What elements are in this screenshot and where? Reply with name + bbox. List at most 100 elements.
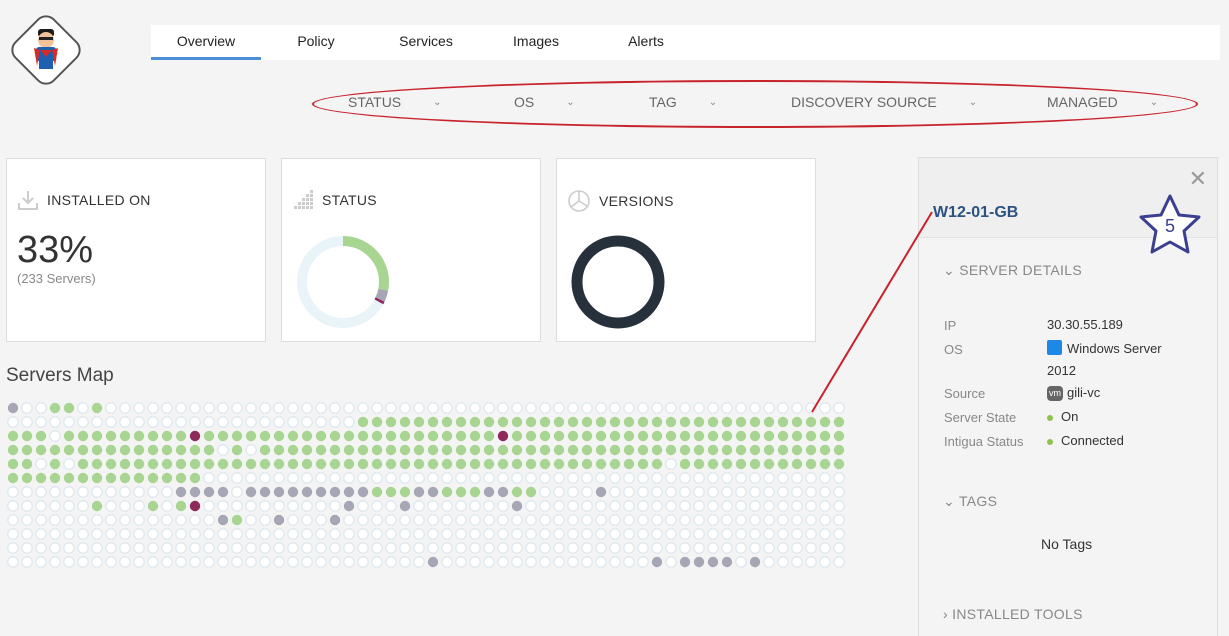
- server-node-ok[interactable]: [469, 486, 481, 498]
- server-node-empty[interactable]: [637, 514, 649, 526]
- server-node-empty[interactable]: [539, 500, 551, 512]
- server-node-ok[interactable]: [77, 458, 89, 470]
- server-node-ok[interactable]: [497, 416, 509, 428]
- server-node-ok[interactable]: [385, 444, 397, 456]
- server-node-empty[interactable]: [105, 528, 117, 540]
- server-node-empty[interactable]: [525, 556, 537, 568]
- server-node-ok[interactable]: [301, 458, 313, 470]
- close-icon[interactable]: ✕: [1189, 166, 1207, 192]
- server-node-ok[interactable]: [329, 458, 341, 470]
- server-node-unmanaged[interactable]: [273, 514, 285, 526]
- server-node-empty[interactable]: [91, 416, 103, 428]
- server-node-empty[interactable]: [259, 416, 271, 428]
- server-node-ok[interactable]: [203, 444, 215, 456]
- server-node-empty[interactable]: [49, 556, 61, 568]
- server-node-empty[interactable]: [581, 514, 593, 526]
- server-node-empty[interactable]: [595, 472, 607, 484]
- server-node-ok[interactable]: [175, 472, 187, 484]
- server-node-empty[interactable]: [735, 528, 747, 540]
- server-node-ok[interactable]: [819, 444, 831, 456]
- server-node-ok[interactable]: [413, 458, 425, 470]
- server-node-empty[interactable]: [245, 500, 257, 512]
- server-node-ok[interactable]: [329, 444, 341, 456]
- server-node-empty[interactable]: [259, 528, 271, 540]
- server-node-unmanaged[interactable]: [301, 486, 313, 498]
- server-node-empty[interactable]: [567, 486, 579, 498]
- server-node-empty[interactable]: [819, 402, 831, 414]
- server-node-ok[interactable]: [497, 458, 509, 470]
- server-node-empty[interactable]: [245, 528, 257, 540]
- server-node-empty[interactable]: [665, 542, 677, 554]
- server-node-empty[interactable]: [469, 556, 481, 568]
- server-node-empty[interactable]: [791, 486, 803, 498]
- server-node-empty[interactable]: [245, 542, 257, 554]
- server-node-ok[interactable]: [245, 430, 257, 442]
- server-node-ok[interactable]: [49, 458, 61, 470]
- server-node-empty[interactable]: [763, 528, 775, 540]
- server-node-ok[interactable]: [469, 444, 481, 456]
- server-node-empty[interactable]: [805, 556, 817, 568]
- server-node-empty[interactable]: [133, 556, 145, 568]
- server-node-empty[interactable]: [371, 402, 383, 414]
- server-node-empty[interactable]: [147, 542, 159, 554]
- server-node-empty[interactable]: [805, 486, 817, 498]
- server-node-empty[interactable]: [763, 514, 775, 526]
- server-node-empty[interactable]: [35, 500, 47, 512]
- server-node-ok[interactable]: [511, 458, 523, 470]
- server-node-empty[interactable]: [427, 472, 439, 484]
- server-node-empty[interactable]: [609, 542, 621, 554]
- server-node-ok[interactable]: [721, 416, 733, 428]
- server-node-unmanaged[interactable]: [707, 556, 719, 568]
- server-node-ok[interactable]: [399, 430, 411, 442]
- server-node-empty[interactable]: [707, 402, 719, 414]
- server-node-empty[interactable]: [763, 472, 775, 484]
- server-node-empty[interactable]: [581, 556, 593, 568]
- server-node-ok[interactable]: [581, 416, 593, 428]
- server-node-ok[interactable]: [637, 430, 649, 442]
- server-node-empty[interactable]: [21, 556, 33, 568]
- server-node-empty[interactable]: [539, 528, 551, 540]
- server-node-empty[interactable]: [567, 500, 579, 512]
- server-node-ok[interactable]: [567, 444, 579, 456]
- server-node-empty[interactable]: [329, 500, 341, 512]
- server-node-ok[interactable]: [805, 458, 817, 470]
- server-node-empty[interactable]: [693, 528, 705, 540]
- server-node-ok[interactable]: [469, 416, 481, 428]
- server-node-empty[interactable]: [7, 542, 19, 554]
- server-node-empty[interactable]: [777, 556, 789, 568]
- server-node-empty[interactable]: [567, 514, 579, 526]
- server-node-ok[interactable]: [315, 444, 327, 456]
- server-node-empty[interactable]: [35, 458, 47, 470]
- server-node-empty[interactable]: [721, 402, 733, 414]
- server-node-empty[interactable]: [231, 486, 243, 498]
- server-node-empty[interactable]: [189, 556, 201, 568]
- server-node-empty[interactable]: [49, 500, 61, 512]
- server-node-empty[interactable]: [623, 556, 635, 568]
- server-node-empty[interactable]: [371, 514, 383, 526]
- server-node-ok[interactable]: [301, 430, 313, 442]
- server-node-empty[interactable]: [819, 556, 831, 568]
- server-node-empty[interactable]: [7, 528, 19, 540]
- server-node-empty[interactable]: [539, 486, 551, 498]
- server-node-ok[interactable]: [763, 416, 775, 428]
- server-node-empty[interactable]: [413, 528, 425, 540]
- server-node-ok[interactable]: [805, 430, 817, 442]
- server-node-empty[interactable]: [273, 556, 285, 568]
- server-node-ok[interactable]: [637, 416, 649, 428]
- server-node-ok[interactable]: [119, 458, 131, 470]
- server-node-empty[interactable]: [455, 528, 467, 540]
- server-node-empty[interactable]: [819, 472, 831, 484]
- server-node-empty[interactable]: [343, 556, 355, 568]
- server-node-ok[interactable]: [133, 458, 145, 470]
- server-node-empty[interactable]: [651, 542, 663, 554]
- server-node-empty[interactable]: [385, 514, 397, 526]
- server-node-ok[interactable]: [21, 458, 33, 470]
- server-node-ok[interactable]: [371, 486, 383, 498]
- server-node-ok[interactable]: [77, 472, 89, 484]
- server-node-empty[interactable]: [357, 528, 369, 540]
- server-node-ok[interactable]: [651, 444, 663, 456]
- server-node-empty[interactable]: [91, 514, 103, 526]
- server-node-empty[interactable]: [357, 514, 369, 526]
- server-node-empty[interactable]: [777, 486, 789, 498]
- server-node-ok[interactable]: [819, 416, 831, 428]
